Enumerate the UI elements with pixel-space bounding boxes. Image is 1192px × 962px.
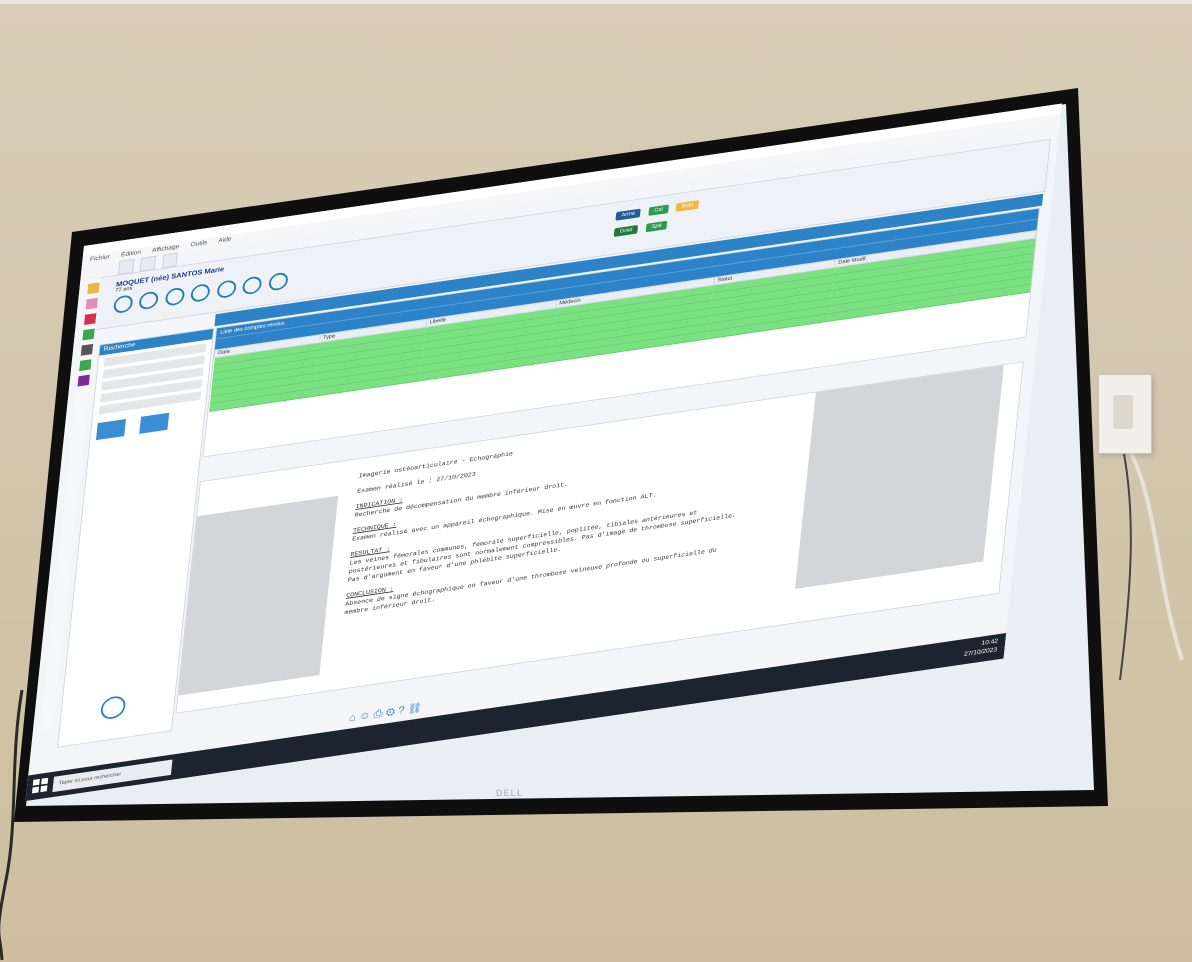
quick-button-1[interactable]: Armé xyxy=(615,208,642,221)
action-icon-2[interactable] xyxy=(138,290,160,311)
action-icon-4[interactable] xyxy=(190,282,211,303)
menu-item-file[interactable]: Fichier xyxy=(90,254,110,263)
nav-square-4[interactable] xyxy=(82,328,95,341)
nav-square-3[interactable] xyxy=(84,313,97,326)
doc-left-margin xyxy=(178,495,339,696)
action-icon-3[interactable] xyxy=(164,286,186,307)
action-icon-1[interactable] xyxy=(112,294,134,315)
monitor-brand-logo: DELL xyxy=(496,788,524,798)
link-icon[interactable]: ⛓ xyxy=(407,701,423,715)
settings-icon[interactable]: ⚙ xyxy=(385,705,395,718)
windows-start-icon[interactable] xyxy=(31,777,49,794)
doc-right-margin xyxy=(795,365,1004,589)
quick-button-2[interactable]: Cal xyxy=(648,204,669,216)
nav-square-1[interactable] xyxy=(87,282,100,295)
home-icon[interactable]: ⌂ xyxy=(348,711,356,724)
quick-button-3[interactable]: Bold xyxy=(675,200,700,212)
action-icon-5[interactable] xyxy=(216,279,237,300)
menu-item-edit[interactable]: Édition xyxy=(121,249,142,258)
nav-square-5[interactable] xyxy=(80,343,94,356)
search-icon[interactable] xyxy=(99,694,127,721)
nav-square-6[interactable] xyxy=(79,359,92,372)
print-icon[interactable]: ⎙ xyxy=(373,707,383,720)
nav-square-7[interactable] xyxy=(77,374,90,387)
action-icon-6[interactable] xyxy=(242,275,263,296)
quick-buttons: Armé Cal Bold Grad Spé xyxy=(612,194,702,239)
menu-item-tools[interactable]: Outils xyxy=(190,240,207,248)
quick-button-4[interactable]: Grad xyxy=(613,224,639,237)
filter-button-2[interactable] xyxy=(139,412,170,434)
user-icon[interactable]: ☺ xyxy=(358,709,371,723)
action-icon-7[interactable] xyxy=(267,271,289,292)
taskbar-clock: 10:42 27/10/2023 xyxy=(964,638,999,660)
help-icon[interactable]: ? xyxy=(398,704,406,717)
quick-button-5[interactable]: Spé xyxy=(645,220,668,233)
filter-button-1[interactable] xyxy=(95,418,126,441)
menu-item-help[interactable]: Aide xyxy=(218,236,232,244)
nav-square-2[interactable] xyxy=(85,297,98,310)
